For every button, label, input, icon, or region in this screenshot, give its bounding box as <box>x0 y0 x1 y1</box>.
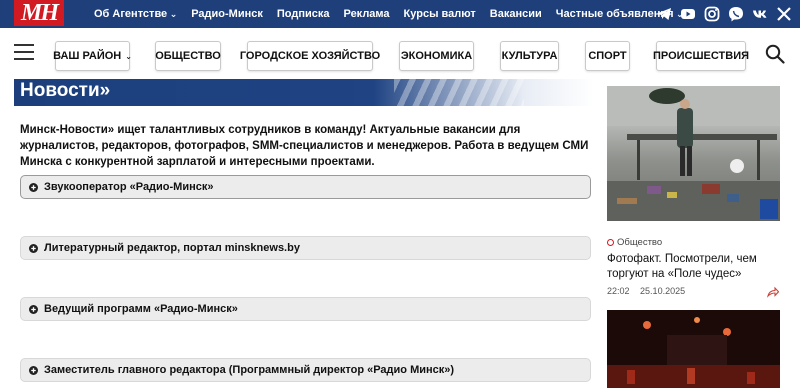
plus-icon <box>29 365 38 375</box>
category-incidents[interactable]: ПРОИСШЕСТВИЯ <box>653 41 749 71</box>
vacancy-title: Звукооператор «Радио-Минск» <box>44 181 214 193</box>
vacancy-accordion-item[interactable]: Литературный редактор, портал minsknews.… <box>20 236 591 260</box>
plus-icon <box>29 243 38 253</box>
youtube-icon[interactable] <box>680 6 696 22</box>
social-links <box>648 0 792 28</box>
top-nav-about[interactable]: Об Агентстве <box>94 8 177 20</box>
vacancy-title: Ведущий программ «Радио-Минск» <box>44 303 238 315</box>
news-title-link[interactable]: Фотофакт. Посмотрели, чем торгуют на «По… <box>607 252 782 282</box>
vacancy-accordion-item[interactable]: Заместитель главного редактора (Программ… <box>20 358 591 382</box>
category-society[interactable]: ОБЩЕСТВО <box>155 41 221 71</box>
intro-text: Минск-Новости» ищет талантливых сотрудни… <box>20 124 589 168</box>
news-date: 25.10.2025 <box>640 286 686 296</box>
news-photo-night[interactable] <box>607 310 780 388</box>
district-select[interactable]: ВАШ РАЙОН ⌄ <box>53 41 132 71</box>
news-category-link[interactable]: Общество <box>607 237 662 248</box>
vacancy-title: Литературный редактор, портал minsknews.… <box>44 242 300 254</box>
category-sport[interactable]: СПОРТ <box>585 41 630 71</box>
category-city-economy[interactable]: ГОРОДСКОЕ ХОЗЯЙСТВО <box>240 41 380 71</box>
vacancy-accordion-item[interactable]: Звукооператор «Радио-Минск» <box>20 175 591 199</box>
section-heading-banner: Новости» <box>14 79 594 106</box>
telegram-icon[interactable] <box>656 6 672 22</box>
chevron-down-icon: ⌄ <box>125 51 132 61</box>
news-category-label: Общество <box>617 237 663 248</box>
menu-icon[interactable] <box>14 44 34 62</box>
instagram-icon[interactable] <box>704 6 720 22</box>
search-icon[interactable] <box>765 44 785 64</box>
district-select-label: ВАШ РАЙОН <box>53 50 122 62</box>
news-meta: 22:02 25.10.2025 <box>607 286 693 296</box>
vacancy-title: Заместитель главного редактора (Программ… <box>44 364 455 376</box>
category-economy[interactable]: ЭКОНОМИКА <box>399 41 474 71</box>
banner-stripes <box>394 79 524 106</box>
page-title: Новости» <box>20 80 111 101</box>
x-icon[interactable] <box>776 6 792 22</box>
top-nav: Об Агентстве Радио-Минск Подписка Реклам… <box>94 0 698 28</box>
top-bar: МН Об Агентстве Радио-Минск Подписка Рек… <box>0 0 800 28</box>
top-nav-radio[interactable]: Радио-Минск <box>191 8 263 20</box>
top-nav-rates[interactable]: Курсы валют <box>404 8 476 20</box>
plus-icon <box>29 182 38 192</box>
viber-icon[interactable] <box>728 6 744 22</box>
top-nav-vacancies[interactable]: Вакансии <box>490 8 542 20</box>
vacancy-accordion-item[interactable]: Ведущий программ «Радио-Минск» <box>20 297 591 321</box>
category-dot-icon <box>607 239 614 246</box>
top-nav-subscription[interactable]: Подписка <box>277 8 330 20</box>
news-time: 22:02 <box>607 286 630 296</box>
share-icon[interactable] <box>766 285 780 298</box>
top-nav-ads[interactable]: Реклама <box>344 8 390 20</box>
news-photo-market[interactable] <box>607 86 780 221</box>
site-logo[interactable]: МН <box>14 0 64 26</box>
category-culture[interactable]: КУЛЬТУРА <box>500 41 559 71</box>
plus-icon <box>29 304 38 314</box>
vk-icon[interactable] <box>752 6 768 22</box>
